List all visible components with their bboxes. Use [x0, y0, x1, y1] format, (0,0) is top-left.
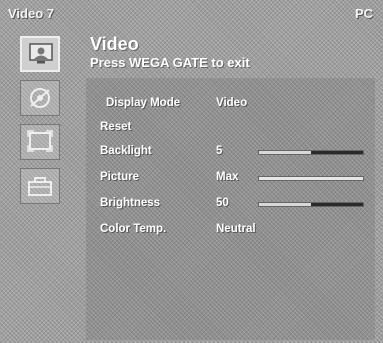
title-bar: Video 7 PC: [0, 0, 383, 26]
menu-item-brightness[interactable]: Brightness 50: [86, 197, 375, 215]
menu-item-reset[interactable]: Reset: [86, 121, 375, 139]
video-monitor-icon: [29, 43, 53, 64]
menu-item-label: Backlight: [100, 145, 152, 157]
menu-item-color-temp[interactable]: Color Temp. Neutral: [86, 223, 375, 241]
menu-item-value: Max: [216, 171, 239, 183]
tab-setup[interactable]: [20, 168, 60, 204]
menu-item-value: 5: [216, 145, 223, 157]
screen-frame-icon: [27, 130, 53, 152]
menu-item-label: Color Temp.: [100, 223, 167, 235]
menu-hint: Press WEGA GATE to exit: [90, 55, 250, 70]
tv-osd-screen: Video 7 PC Video Press WEGA GATE to exit…: [0, 0, 383, 343]
tab-screen[interactable]: [20, 124, 60, 160]
menu-item-label: Brightness: [100, 197, 161, 209]
brightness-slider[interactable]: [258, 202, 364, 207]
menu-item-picture[interactable]: Picture Max: [86, 171, 375, 189]
tab-audio[interactable]: [20, 80, 60, 116]
menu-item-label: Picture: [100, 171, 139, 183]
menu-item-display-mode[interactable]: Display Mode Video: [86, 97, 375, 115]
menu-item-label: Reset: [100, 121, 132, 133]
menu-item-value: 50: [216, 197, 229, 209]
slider-fill: [311, 151, 363, 154]
audio-disc-icon: [30, 88, 50, 108]
menu-item-value: Neutral: [216, 223, 256, 235]
tab-video[interactable]: [20, 36, 60, 72]
menu-item-backlight[interactable]: Backlight 5: [86, 145, 375, 163]
input-mode-label: PC: [354, 6, 373, 21]
menu-item-value: Video: [216, 97, 248, 109]
menu-title: Video: [90, 34, 139, 54]
slider-fill: [259, 177, 363, 180]
input-source-label: Video 7: [8, 6, 55, 21]
picture-slider[interactable]: [258, 176, 364, 181]
backlight-slider[interactable]: [258, 150, 364, 155]
menu-item-label: Display Mode: [106, 97, 181, 109]
settings-panel: Display Mode Video Reset Backlight 5 Pic…: [86, 78, 375, 340]
menu-sidebar: [14, 30, 76, 235]
slider-fill: [311, 203, 363, 206]
setup-toolbox-icon: [28, 177, 52, 196]
